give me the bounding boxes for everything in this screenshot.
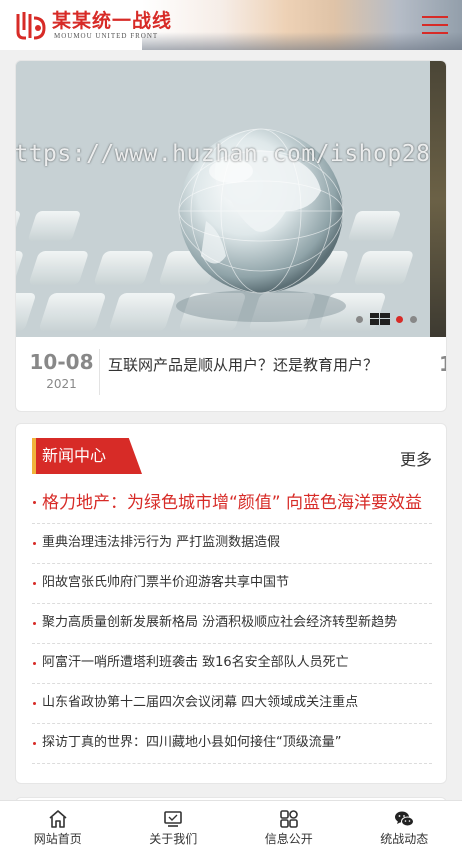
hamburger-menu-icon[interactable] <box>422 14 448 36</box>
pagination-dot-active[interactable] <box>396 315 403 323</box>
nav-news-label: 统战动态 <box>380 831 429 846</box>
slide-date-year: 2021 <box>46 377 77 391</box>
slide-date: 10-08 2021 <box>24 349 100 395</box>
logo-emblem-icon <box>16 12 46 40</box>
monitor-icon <box>164 810 183 827</box>
nav-info[interactable]: 信息公开 <box>231 801 347 850</box>
pagination-dot[interactable] <box>410 315 417 323</box>
news-item[interactable]: 探访丁真的世界：四川藏地小县如何接住“顶级流量” <box>32 724 432 764</box>
carousel-pagination <box>356 313 424 325</box>
banner-carousel: https://www.huzhan.com/ishop28321 10-08 … <box>15 60 447 412</box>
news-center-section: 新闻中心 更多 格力地产：为绿色城市增“颜值” 向蓝色海洋要效益 重典治理违法排… <box>15 423 447 784</box>
nav-info-label: 信息公开 <box>264 831 313 846</box>
site-logo[interactable]: 某某统一战线 MOUMOU UNITED FRONT <box>14 8 172 42</box>
news-item[interactable]: 重典治理违法排污行为 严打监测数据造假 <box>32 524 432 564</box>
watermark-text: https://www.huzhan.com/ishop28321 <box>16 141 430 167</box>
slide-title[interactable]: 互联网产品是顺从用户？还是教育用户？ <box>108 354 378 375</box>
logo-subtitle: MOUMOU UNITED FRONT <box>54 31 159 40</box>
news-item-featured[interactable]: 格力地产：为绿色城市增“颜值” 向蓝色海洋要效益 <box>32 486 432 524</box>
windows-logo-icon <box>370 313 390 325</box>
news-item[interactable]: 聚力高质量创新发展新格局 汾酒积极顺应社会经济转型新趋势 <box>32 604 432 644</box>
banner-image[interactable]: https://www.huzhan.com/ishop28321 <box>16 61 430 337</box>
news-center-title: 新闻中心 <box>32 438 142 474</box>
home-icon <box>49 809 67 828</box>
bottom-navigation: 网站首页 关于我们 信息公开 统战动态 <box>0 800 462 850</box>
news-item[interactable]: 山东省政协第十二届四次会议闭幕 四大领域成关注重点 <box>32 684 432 724</box>
globe-keyboard-image <box>16 61 430 337</box>
next-slide-date-peek: 1 <box>439 352 446 376</box>
slide-date-day: 10-08 <box>29 350 94 374</box>
nav-about-label: 关于我们 <box>149 831 198 846</box>
nav-home-label: 网站首页 <box>33 831 82 846</box>
wechat-icon <box>395 811 415 826</box>
next-slide-peek <box>430 61 446 337</box>
slide-caption[interactable]: 10-08 2021 互联网产品是顺从用户？还是教育用户？ 1 <box>16 337 446 411</box>
more-link[interactable]: 更多 <box>400 446 432 470</box>
header-background <box>142 0 462 50</box>
nav-about[interactable]: 关于我们 <box>116 801 232 850</box>
news-list: 格力地产：为绿色城市增“颜值” 向蓝色海洋要效益 重典治理违法排污行为 严打监测… <box>32 486 432 764</box>
nav-home[interactable]: 网站首页 <box>0 801 116 850</box>
news-center-header: 新闻中心 更多 <box>16 438 446 474</box>
nav-news[interactable]: 统战动态 <box>347 801 462 850</box>
logo-title: 某某统一战线 <box>52 9 173 32</box>
news-item[interactable]: 阿富汗一哨所遭塔利班袭击 致16名安全部队人员死亡 <box>32 644 432 684</box>
pagination-dot[interactable] <box>356 315 363 323</box>
site-header: 某某统一战线 MOUMOU UNITED FRONT <box>0 0 462 50</box>
grid-icon <box>279 809 298 828</box>
news-item[interactable]: 阳故宫张氏帅府门票半价迎游客共享中国节 <box>32 564 432 604</box>
